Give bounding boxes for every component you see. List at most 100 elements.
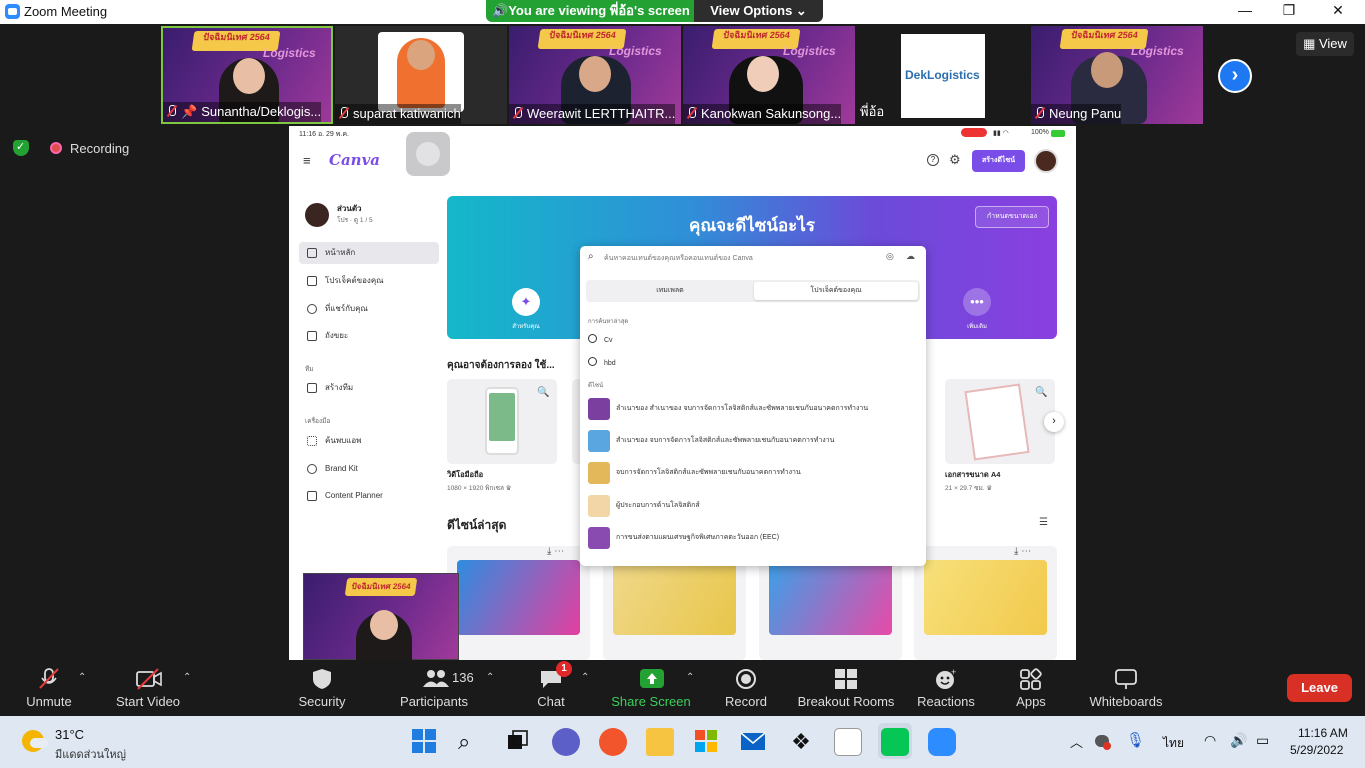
help-icon[interactable]: ? [927,154,939,166]
custom-size-button[interactable]: กำหนดขนาดเอง [975,206,1049,228]
speaker-icon[interactable]: 🔊 [1230,732,1247,749]
participant-tile[interactable]: ปัจฉิมนิเทศ 2564 Logistics Neung Panu [1031,26,1203,124]
search-icon[interactable]: 🔍 [537,387,549,398]
nav-shared[interactable]: ที่แชร์กับคุณ [299,298,439,320]
breakout-rooms-button[interactable]: Breakout Rooms [794,668,898,714]
floating-button[interactable] [406,132,450,176]
start-menu-icon[interactable] [411,728,439,756]
settings-gear-icon[interactable]: ⚙ [949,152,961,168]
nav-projects[interactable]: โปรเจ็คต์ของคุณ [299,270,439,292]
video-options-caret[interactable]: ⌃ [183,672,191,683]
design-result-item[interactable]: สำเนาของ จบการจัดการโลจิสติกส์และซัพพลาย… [588,430,834,452]
audio-options-caret[interactable]: ⌃ [78,672,86,683]
self-view-video[interactable]: ปัจฉิมนิเทศ 2564 [303,573,459,660]
search-icon[interactable]: 🔍 [1035,387,1047,398]
recent-search-item[interactable]: hbd [588,353,616,375]
avatar[interactable] [1034,149,1058,173]
share-caret[interactable]: ⌃ [686,672,694,683]
account-sub: โปร · ดู 1 / 5 [337,217,373,224]
battery-icon[interactable]: ▭ [1256,732,1269,749]
sparkle-icon[interactable]: ✦ [512,288,540,316]
participants-caret[interactable]: ⌃ [486,672,494,683]
tab-templates[interactable]: เทมเพลต [588,282,752,300]
download-icon: ⤓ ⋯ [1014,546,1032,557]
nav-trash[interactable]: ถังขยะ [299,325,439,347]
camera-icon[interactable]: ◎ [886,251,894,262]
record-button[interactable]: Record [718,668,774,714]
participant-name: 📌 Sunantha/Deklogis... [163,102,322,122]
tab-your-projects[interactable]: โปรเจ็คต์ของคุณ [754,282,918,300]
view-layout-button[interactable]: ▦ View [1296,32,1354,56]
recording-dot-icon [50,142,62,154]
apps-button[interactable]: Apps [1008,668,1054,714]
design-result-item[interactable]: การขนส่งตามแผนเศรษฐกิจพิเศษภาคตะวันออก (… [588,527,779,549]
template-card-a4[interactable]: 🔍 [945,379,1055,464]
security-button[interactable]: Security [292,668,352,714]
brand-kit-icon [307,464,317,474]
participant-tile[interactable]: DekLogistics พี่อ้อ [857,26,1029,124]
participant-tile[interactable]: ปัจฉิมนิเทศ 2564 Logistics 📌 Sunantha/Dek… [161,26,333,124]
account-avatar[interactable] [305,203,329,227]
minimize-button[interactable]: — [1230,2,1260,18]
design-result-item[interactable]: จบการจัดการโลจิสติกส์และซัพพลายเชนกับอนา… [588,462,801,484]
participant-tile[interactable]: ปัจฉิมนิเทศ 2564 Logistics Weerawit LERT… [509,26,681,124]
apps-icon [1019,668,1043,690]
task-view-icon[interactable] [505,728,533,756]
language-indicator[interactable]: ไทย [1163,734,1184,753]
design-result-item[interactable]: ลำเนาของ สำเนาของ จบการจัดการโลจิสติกส์แ… [588,398,868,420]
chat-caret[interactable]: ⌃ [581,672,589,683]
mic-muted-icon [1034,107,1045,120]
start-video-button[interactable]: Start Video [110,668,186,714]
weather-desc[interactable]: มีแดดส่วนใหญ่ [55,745,126,763]
upload-cloud-icon[interactable]: ☁ [906,251,915,262]
firefox-icon[interactable] [599,728,627,756]
meeting-toolbar: Unmute ⌃ Start Video ⌃ Security Particip… [0,660,1365,716]
more-icon[interactable]: ••• [963,288,991,316]
search-icon[interactable]: ⌕ [458,728,486,756]
zoom-app-icon[interactable] [928,728,956,756]
search-input[interactable] [604,251,874,265]
recent-search-item[interactable]: Cv [588,330,613,352]
participant-count: 136 [452,670,474,685]
teams-chat-icon[interactable] [552,728,580,756]
design-result-item[interactable]: ผู้ประกอบการด้านโลจิสติกส์ [588,495,700,517]
menu-icon[interactable]: ≡ [303,153,311,168]
canva-logo[interactable]: Canva [329,151,380,169]
microsoft-store-icon[interactable] [693,728,721,756]
leave-button[interactable]: Leave [1287,674,1352,702]
chevron-up-icon[interactable]: ︿ [1070,732,1083,751]
mail-icon[interactable] [740,728,768,756]
wifi-icon[interactable]: ◠ [1204,732,1216,749]
clock-date[interactable]: 5/29/2022 [1290,743,1343,757]
create-design-button[interactable]: สร้างดีไซน์ [972,150,1025,172]
recent-design-card[interactable]: ⤓ ⋯ [447,546,590,660]
file-explorer-icon[interactable] [646,728,674,756]
dropbox-icon[interactable]: ❖ [787,728,815,756]
next-page-arrow-icon[interactable]: › [1218,59,1252,93]
line-icon[interactable] [881,728,909,756]
maximize-button[interactable]: ❐ [1274,2,1304,19]
participant-tile[interactable]: suparat katiwanich [335,26,507,124]
reactions-button[interactable]: + Reactions [914,667,978,714]
microphone-icon[interactable]: 🎙 [1126,731,1145,749]
battery-label: 100% [1031,129,1049,136]
temperature[interactable]: 31°C [55,727,84,742]
nav-content-planner[interactable]: Content Planner [299,485,439,507]
clock-time[interactable]: 11:16 AM [1298,726,1348,740]
unmute-button[interactable]: Unmute [20,668,78,714]
participant-tile[interactable]: ปัจฉิมนิเทศ 2564 Logistics Kanokwan Saku… [683,26,855,124]
amazon-icon[interactable] [834,728,862,756]
nav-create-team[interactable]: สร้างทีม [299,377,439,399]
carousel-next-icon[interactable]: › [1044,412,1064,432]
whiteboards-button[interactable]: Whiteboards [1084,668,1168,714]
share-screen-button[interactable]: Share Screen [608,668,694,714]
nav-brand-kit[interactable]: Brand Kit [299,458,439,480]
view-options-button[interactable]: View Options ⌄ [694,0,823,22]
template-card-mobile-video[interactable]: 🔍 [447,379,557,464]
nav-home[interactable]: หน้าหลัก [299,242,439,264]
nav-apps[interactable]: ค้นพบแอพ [299,430,439,452]
crown-icon: ♛ [505,485,512,492]
list-view-icon[interactable]: ☰ [1039,517,1048,528]
recent-design-card[interactable]: ⤓ ⋯ [914,546,1057,660]
close-button[interactable]: ✕ [1323,2,1353,19]
